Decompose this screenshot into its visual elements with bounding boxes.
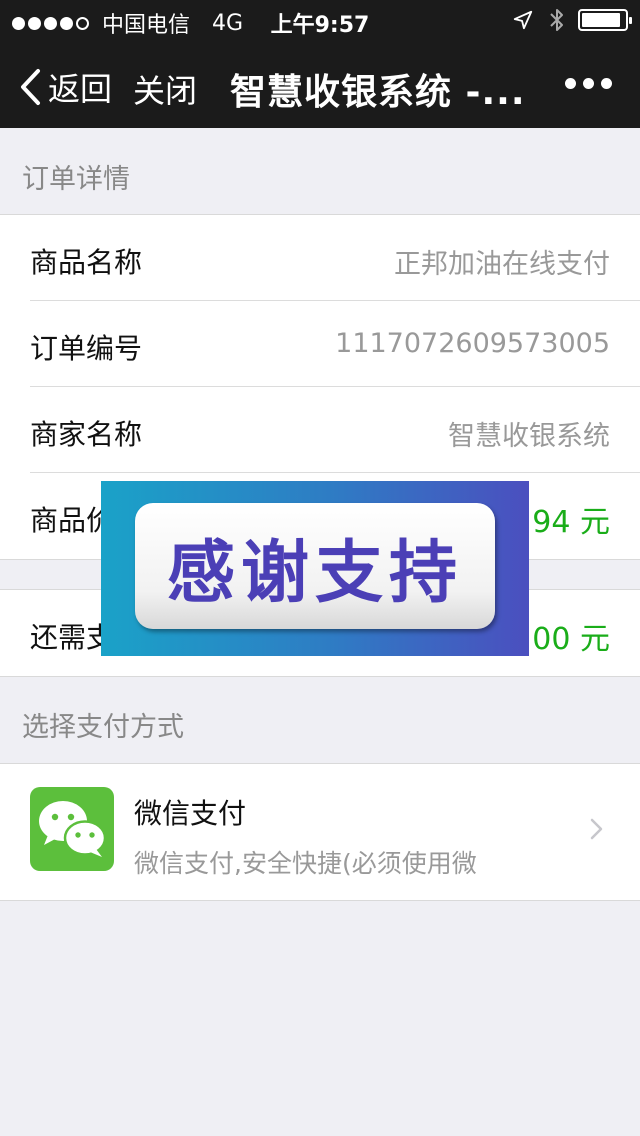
thanks-banner: 感谢支持 [101, 481, 529, 656]
close-button[interactable]: 关闭 [133, 66, 197, 112]
payment-method-description: 微信支付,安全快捷(必须使用微 [134, 849, 477, 878]
row-value: 智慧收银系统 [448, 421, 610, 452]
page-title: 智慧收银系统 -... [230, 72, 526, 113]
nav-bar: 返回 关闭 智慧收银系统 -... [0, 40, 640, 128]
more-dots-icon [565, 78, 576, 89]
row-label: 商品名称 [30, 246, 143, 279]
status-right [512, 8, 632, 32]
back-label: 返回 [48, 70, 113, 108]
more-options-button[interactable] [558, 78, 612, 89]
wechat-pay-option[interactable]: 微信支付 微信支付,安全快捷(必须使用微 [0, 764, 640, 900]
status-bar: 中国电信 4G 上午9:57 [0, 0, 640, 40]
thanks-badge: 感谢支持 [135, 503, 495, 629]
row-label: 商家名称 [30, 418, 143, 451]
row-label: 订单编号 [30, 332, 143, 365]
payment-method-title: 微信支付 [134, 797, 247, 830]
order-details-header: 订单详情 [22, 164, 130, 195]
payment-method-card: 微信支付 微信支付,安全快捷(必须使用微 [0, 763, 640, 901]
order-row-product-name: 商品名称 正邦加油在线支付 [30, 215, 640, 301]
battery-fill [582, 13, 620, 27]
row-value: 1117072609573005 [335, 328, 610, 359]
payment-method-header: 选择支付方式 [22, 712, 184, 743]
order-row-merchant-name: 商家名称 智慧收银系统 [30, 387, 640, 473]
bluetooth-icon [550, 9, 563, 31]
row-value-price: 94 元 [532, 505, 610, 540]
row-value: 正邦加油在线支付 [394, 249, 610, 280]
back-button[interactable]: 返回 [18, 64, 112, 110]
battery-icon [578, 9, 632, 31]
location-arrow-icon [513, 10, 533, 30]
row-value-due: 00 元 [532, 622, 610, 657]
order-row-order-number: 订单编号 1117072609573005 [30, 301, 640, 387]
chevron-right-icon [590, 818, 603, 840]
thanks-text: 感谢支持 [166, 533, 463, 613]
chevron-left-icon [21, 69, 40, 105]
wechat-logo-icon [30, 787, 114, 871]
